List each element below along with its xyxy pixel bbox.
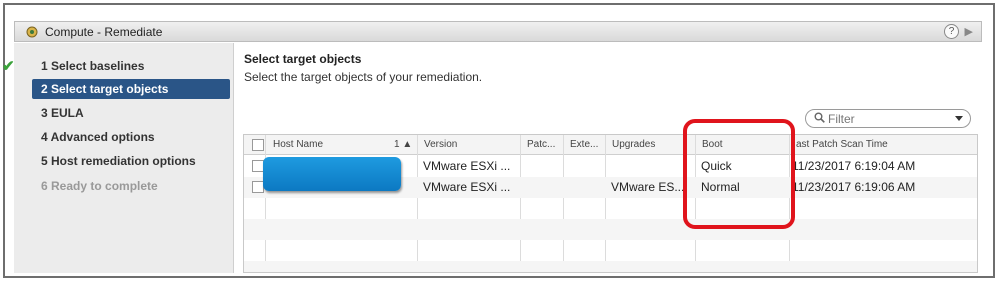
filter-input[interactable] bbox=[828, 111, 948, 126]
dialog-titlebar: Compute - Remediate ? ▶ bbox=[14, 21, 982, 42]
redacted-host-names bbox=[263, 157, 401, 191]
remediate-icon bbox=[26, 26, 38, 38]
empty-row bbox=[244, 240, 977, 261]
empty-row bbox=[244, 198, 977, 219]
step-select-target-objects[interactable]: 2 Select target objects bbox=[32, 79, 230, 99]
boot-column-highlight bbox=[683, 119, 795, 229]
step-ready-to-complete: 6 Ready to complete bbox=[41, 179, 158, 193]
chevron-down-icon[interactable] bbox=[955, 116, 963, 121]
cell-version: VMware ESXi ... bbox=[423, 159, 511, 173]
select-all-checkbox[interactable] bbox=[252, 139, 264, 151]
column-header-extensions[interactable]: Exte... bbox=[566, 135, 604, 155]
cell-upgrades bbox=[605, 156, 695, 177]
cell-last-scan: 11/23/2017 6:19:04 AM bbox=[792, 159, 916, 173]
page-description: Select the target objects of your remedi… bbox=[244, 70, 483, 84]
cell-version: VMware ESXi ... bbox=[423, 180, 511, 194]
dialog-title: Compute - Remediate bbox=[45, 25, 163, 39]
step-advanced-options[interactable]: 4 Advanced options bbox=[32, 127, 230, 147]
page-title: Select target objects bbox=[244, 52, 362, 66]
empty-row bbox=[244, 261, 977, 272]
step-host-remediation-options[interactable]: 5 Host remediation options bbox=[32, 151, 230, 171]
cell-upgrades: VMware ES... bbox=[611, 180, 685, 194]
filter-box[interactable] bbox=[805, 109, 971, 128]
column-header-last-patch-scan-time[interactable]: ast Patch Scan Time bbox=[792, 135, 972, 155]
search-icon bbox=[814, 112, 825, 123]
empty-row bbox=[244, 219, 977, 240]
column-header-version[interactable]: Version bbox=[420, 135, 520, 155]
table-header: Host Name 1 ▲ Version Patc... Exte... Up… bbox=[244, 135, 977, 155]
cell-last-scan: 11/23/2017 6:19:06 AM bbox=[792, 180, 916, 194]
sort-indicator[interactable]: 1 ▲ bbox=[390, 135, 420, 155]
column-header-upgrades[interactable]: Upgrades bbox=[608, 135, 688, 155]
step-select-baselines[interactable]: 1 Select baselines bbox=[32, 56, 230, 76]
column-header-patches[interactable]: Patc... bbox=[523, 135, 563, 155]
step-eula[interactable]: 3 EULA bbox=[32, 103, 230, 123]
target-objects-table: Host Name 1 ▲ Version Patc... Exte... Up… bbox=[243, 134, 978, 273]
completed-check-icon: ✔ bbox=[2, 58, 15, 75]
expand-arrow-icon[interactable]: ▶ bbox=[965, 25, 973, 38]
column-header-host-name[interactable]: Host Name bbox=[269, 135, 389, 155]
help-icon[interactable]: ? bbox=[944, 24, 959, 39]
